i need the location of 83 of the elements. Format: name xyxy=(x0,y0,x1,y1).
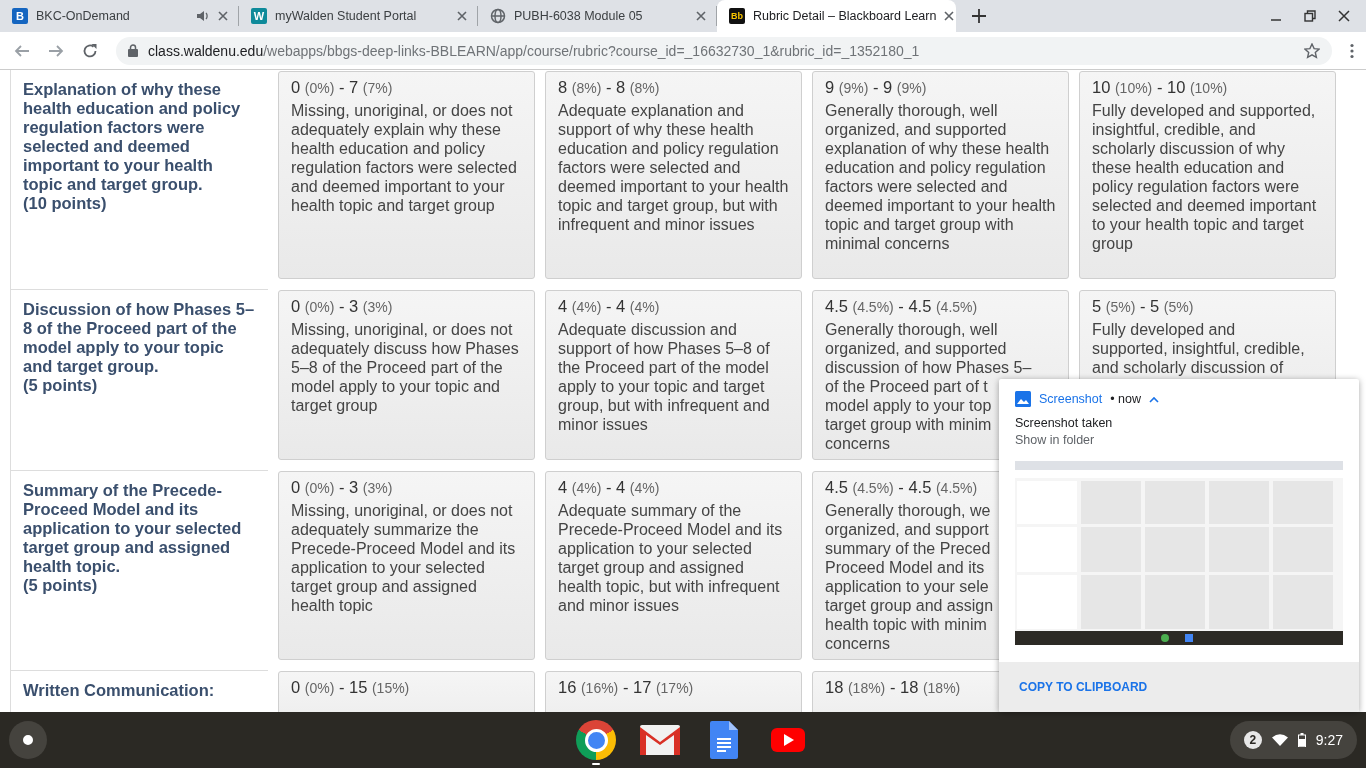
wifi-icon xyxy=(1271,734,1288,746)
launcher-button[interactable] xyxy=(9,721,47,759)
app-name: Screenshot xyxy=(1039,392,1103,406)
back-icon[interactable] xyxy=(14,42,30,59)
description-line: of the Proceed part of t xyxy=(825,377,988,396)
level-description: Missing, unoriginal, or does not adequately discuss how Phases 5–8 of the Proceed part of the model apply to your topic and target group xyxy=(291,320,520,415)
description-line: concerns xyxy=(825,634,890,653)
close-icon[interactable] xyxy=(1338,10,1350,22)
level-description: Missing, unoriginal, or does not adequately explain why these health education and policy regulation factors were selected and deemed important to your health topic and target group xyxy=(291,101,518,215)
close-icon[interactable] xyxy=(944,11,955,21)
criterion-title: Discussion of how Phases 5–8 of the Proceed part of the model apply to your topic and target group. (5 points) xyxy=(23,300,256,395)
score-range: 4.5 (4.5%) - 4.5 (4.5%) xyxy=(825,477,978,498)
browser-tab[interactable]: B BKC-OnDemand xyxy=(0,6,239,26)
restore-icon[interactable] xyxy=(1304,10,1316,22)
score-range: 0 (0%) - 3 (3%) xyxy=(291,296,393,317)
score-range: 10 (10%) - 10 (10%) xyxy=(1092,77,1228,98)
level-description: Generally thorough, well organized, and supported explanation of why these health education and policy regulation factors were selected and deemed important to your health topic and target group with minimal concerns xyxy=(825,101,1056,253)
lock-icon xyxy=(128,44,138,57)
description-line: health topic with minim xyxy=(825,615,987,634)
description-line: concerns xyxy=(825,434,890,453)
criterion-title: Summary of the Precede-Proceed Model and its application to your selected target group and assigned health topic. (5 points) xyxy=(23,481,243,595)
criterion-title: Explanation of why these health education and policy regulation factors were selected and deemed important to your health topic and target group. (10 points) xyxy=(23,80,242,213)
notification-title: Screenshot taken xyxy=(1015,416,1113,430)
close-icon[interactable] xyxy=(696,11,706,21)
description-line: application to your sele xyxy=(825,577,989,596)
score-range: 4 (4%) - 4 (4%) xyxy=(558,296,660,317)
score-range: 0 (0%) - 3 (3%) xyxy=(291,477,393,498)
new-tab-icon[interactable] xyxy=(972,9,986,23)
document-icon[interactable] xyxy=(710,721,738,759)
chevron-icon[interactable] xyxy=(1149,395,1159,403)
description-line: summary of the Preced xyxy=(825,539,991,558)
video-play-icon[interactable] xyxy=(771,728,805,752)
description-line: Generally thorough, well xyxy=(825,320,998,339)
forward-icon[interactable] xyxy=(48,42,64,59)
menu-icon[interactable] xyxy=(1350,42,1354,59)
image-icon xyxy=(1015,391,1031,407)
level-description: Adequate summary of the Precede-Proceed Model and its application to your selected target group and assigned health topic, but with infrequent and minor issues xyxy=(558,501,784,615)
mail-icon[interactable] xyxy=(640,725,680,755)
score-range: 18 (18%) - 18 (18%) xyxy=(825,677,961,698)
description-line: and scholarly discussion of xyxy=(1092,358,1284,377)
close-icon[interactable] xyxy=(457,11,467,21)
favicon-icon: W xyxy=(251,8,267,24)
score-range: 8 (8%) - 8 (8%) xyxy=(558,77,660,98)
score-range: 0 (0%) - 15 (15%) xyxy=(291,677,410,698)
criterion-title: Written Communication: xyxy=(23,681,216,700)
address-bar[interactable]: class.waldenu.edu/webapps/bbgs-deep-links-BBLEARN/app/course/rubric?course_id=_16632730_1&rubric_id=_1352180_1 xyxy=(116,36,1332,65)
reload-icon[interactable] xyxy=(82,42,98,59)
description-line: organized, and supported xyxy=(825,339,1007,358)
copy-to-clipboard-button[interactable]: COPY TO CLIPBOARD xyxy=(1019,680,1148,694)
description-line: Fully developed and xyxy=(1092,320,1236,339)
score-range: 4 (4%) - 4 (4%) xyxy=(558,477,660,498)
description-line: organized, and support xyxy=(825,520,989,539)
description-line: discussion of how Phases 5– xyxy=(825,358,1032,377)
score-range: 4.5 (4.5%) - 4.5 (4.5%) xyxy=(825,296,978,317)
score-range: 16 (16%) - 17 (17%) xyxy=(558,677,694,698)
close-icon[interactable] xyxy=(218,11,228,21)
star-icon[interactable] xyxy=(1304,42,1320,59)
notification-count: 2 xyxy=(1243,731,1262,749)
level-description: Fully developed and supported, insightful, credible, and scholarly discussion of why these health education and policy regulation factors were selected and deemed important to your health topic and target group xyxy=(1092,101,1318,253)
globe-icon xyxy=(490,8,506,24)
notification-time: • now xyxy=(1110,392,1141,406)
score-range: 9 (9%) - 9 (9%) xyxy=(825,77,927,98)
browser-tab[interactable]: Bb Rubric Detail – Blackboard Learn xyxy=(717,0,956,32)
description-line: Generally thorough, we xyxy=(825,501,991,520)
browser-tab[interactable]: W myWalden Student Portal xyxy=(239,6,478,26)
description-line: model apply to your top xyxy=(825,396,992,415)
favicon-icon: B xyxy=(12,8,28,24)
level-description: Adequate discussion and support of how Phases 5–8 of the Proceed part of the model apply to your topic and target group, but with infrequent and minor issues xyxy=(558,320,771,434)
score-range: 0 (0%) - 7 (7%) xyxy=(291,77,393,98)
score-range: 5 (5%) - 5 (5%) xyxy=(1092,296,1194,317)
battery-icon xyxy=(1297,733,1306,747)
description-line: target group and assign xyxy=(825,596,994,615)
level-description: Missing, unoriginal, or does not adequately summarize the Precede-Proceed Model and its application to your selected target group and assigned health topic xyxy=(291,501,517,615)
description-line: Proceed Model and its xyxy=(825,558,985,577)
level-description: Adequate explanation and support of why these health education and policy regulation factors were selected and deemed important to your health topic and target group, but with infrequent and minor issues xyxy=(558,101,789,234)
status-tray[interactable]: 2 9:27 xyxy=(1229,721,1357,759)
description-line: target group with minim xyxy=(825,415,992,434)
description-line: supported, insightful, credible, xyxy=(1092,339,1305,358)
browser-tab[interactable]: PUBH-6038 Module 05 xyxy=(478,6,717,26)
clock-time: 9:27 xyxy=(1315,732,1343,748)
favicon-icon: Bb xyxy=(729,8,745,24)
show-in-folder-link[interactable]: Show in folder xyxy=(1015,433,1095,447)
chrome-icon[interactable] xyxy=(576,720,616,760)
